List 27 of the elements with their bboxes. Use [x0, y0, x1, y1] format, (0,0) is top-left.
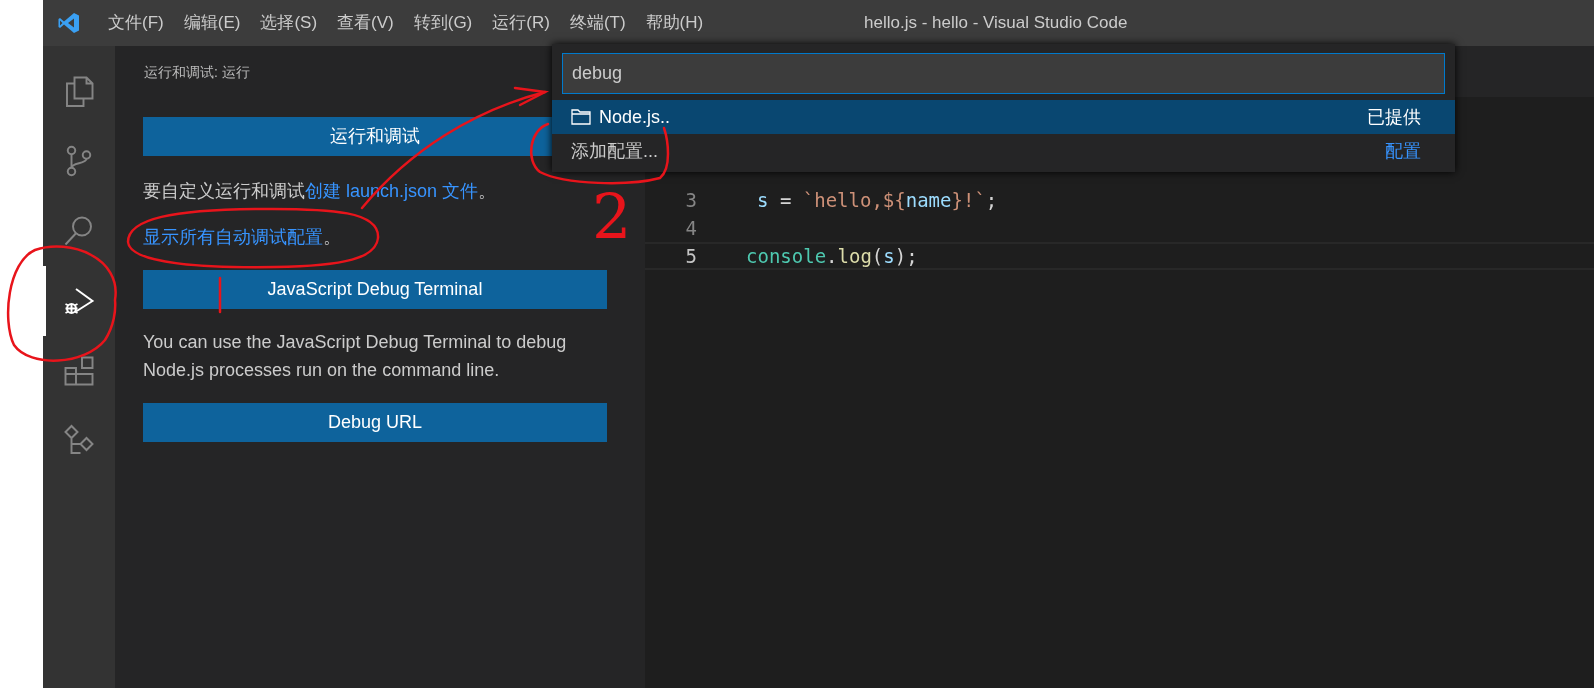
- search-field[interactable]: debug: [562, 53, 1445, 94]
- quick-pick-item[interactable]: Node.js.. 已提供: [552, 100, 1455, 134]
- line-number: 4: [684, 215, 697, 241]
- link[interactable]: 显示所有自动调试配置: [143, 223, 323, 251]
- line-number: 5: [684, 243, 697, 269]
- window-title: hello.js - hello - Visual Studio Code: [864, 12, 1128, 35]
- description-text: You can use the JavaScript Debug Terminal to debug Node.js processes run on the command line.: [143, 331, 568, 382]
- description-text: 。: [478, 179, 497, 203]
- description-text: 要自定义运行和调试: [143, 179, 305, 203]
- line-number: 3: [684, 187, 697, 213]
- menu-item[interactable]: 选择(S): [250, 10, 328, 36]
- menu-item[interactable]: 终端(T): [559, 10, 636, 36]
- description-text: 。: [323, 225, 341, 249]
- menu-item[interactable]: 查看(V): [327, 10, 404, 36]
- menu-item[interactable]: 转到(G): [403, 10, 483, 36]
- code-line: console.log(s);: [746, 243, 918, 269]
- panel-title: 运行和调试: 运行: [144, 63, 250, 82]
- action-button[interactable]: Debug URL: [143, 403, 607, 442]
- menu-item[interactable]: 运行(R): [482, 10, 560, 36]
- code-line: s = `hello,${name}!`;: [757, 187, 998, 213]
- handwritten-number: 2: [592, 186, 632, 248]
- menu-item[interactable]: 文件(F): [98, 10, 174, 36]
- action-button[interactable]: JavaScript Debug Terminal: [143, 270, 607, 309]
- menu-item[interactable]: 帮助(H): [635, 10, 714, 36]
- app-logo-icon: [57, 11, 81, 35]
- annotation-line: [218, 276, 222, 314]
- menu-item[interactable]: 编辑(E): [173, 10, 251, 36]
